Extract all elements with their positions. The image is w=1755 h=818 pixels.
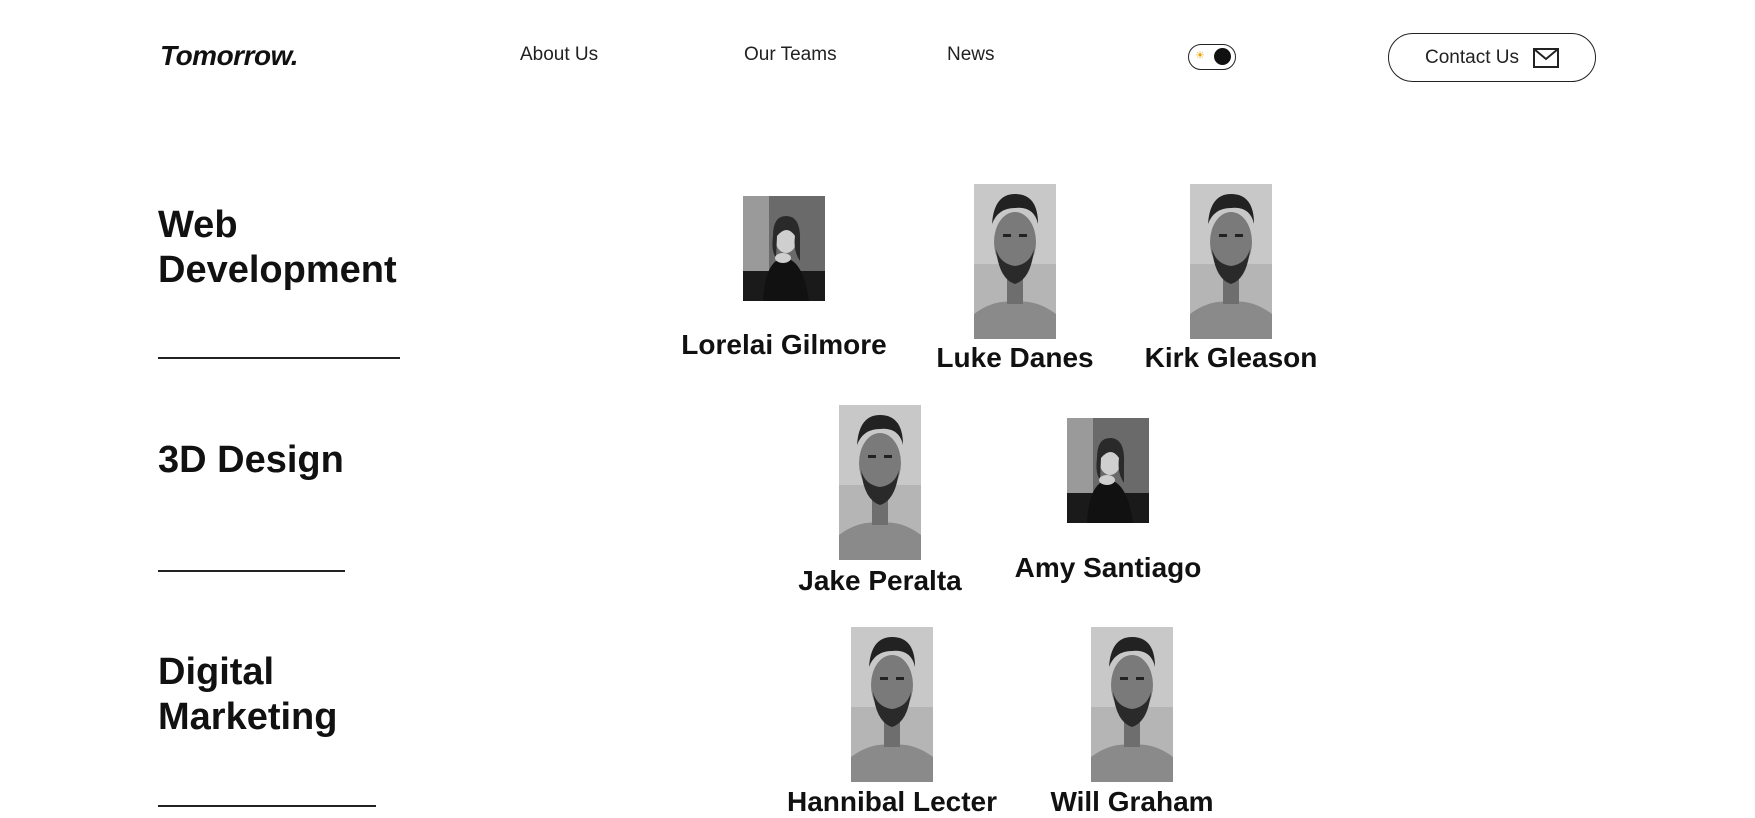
section-title-line: 3D Design [158,439,344,481]
section-divider [158,570,345,572]
contact-us-label: Contact Us [1425,46,1519,68]
member-name: Hannibal Lecter [786,786,998,817]
theme-toggle[interactable]: ☀ [1188,44,1236,70]
section-divider [158,357,400,359]
site-logo[interactable]: Tomorrow. [160,40,299,72]
member-photo-will-graham[interactable] [1091,627,1173,782]
mail-icon [1532,47,1559,68]
member-name: Luke Danes [936,342,1094,373]
section-title-digital-marketing: Digital Marketing [158,650,337,740]
section-title-line: Web [158,204,238,246]
section-title-3d-design: 3D Design [158,438,344,483]
member-name: Lorelai Gilmore [681,329,887,360]
member-photo-amy-santiago[interactable] [1067,418,1149,523]
section-divider [158,805,376,807]
section-title-line: Marketing [158,696,338,738]
member-photo-luke-danes[interactable] [974,184,1056,339]
sun-icon: ☀ [1195,50,1205,62]
member-name: Amy Santiago [1014,552,1202,583]
section-title-web-development: Web Development [158,203,397,293]
nav-about-us[interactable]: About Us [520,44,598,66]
member-photo-lorelai-gilmore[interactable] [743,196,825,301]
section-title-line: Development [158,249,397,291]
member-name: Jake Peralta [798,565,962,596]
member-name: Will Graham [1050,786,1214,817]
nav-news[interactable]: News [947,44,995,66]
member-photo-kirk-gleason[interactable] [1190,184,1272,339]
member-name: Kirk Gleason [1144,342,1318,373]
member-photo-hannibal-lecter[interactable] [851,627,933,782]
member-photo-jake-peralta[interactable] [839,405,921,560]
section-title-line: Digital [158,651,275,693]
nav-our-teams[interactable]: Our Teams [744,44,837,66]
contact-us-button[interactable]: Contact Us [1388,33,1596,82]
toggle-knob [1214,48,1231,65]
